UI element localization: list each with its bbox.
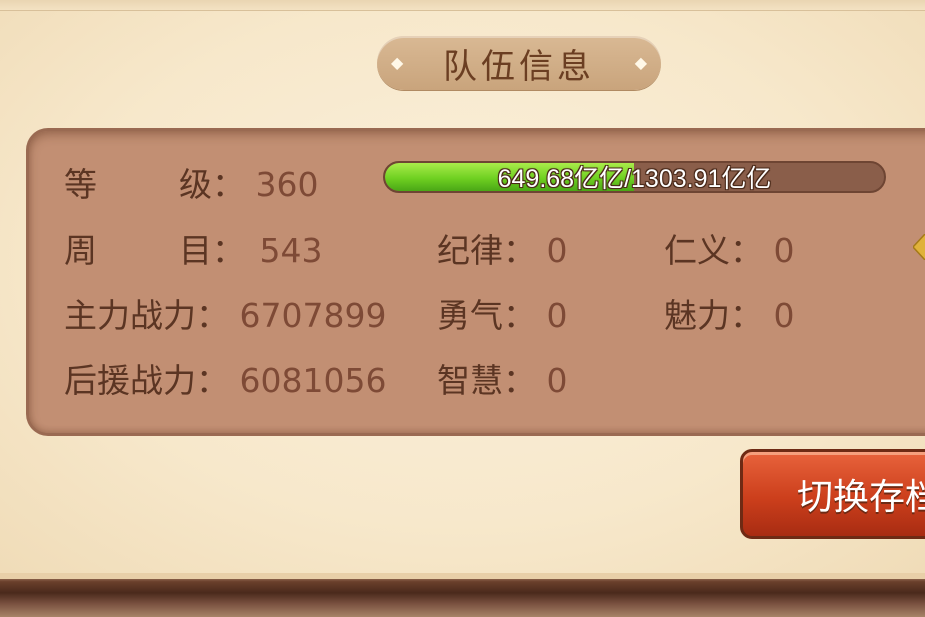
panel-title-plate: ◆ 队伍信息 ◆ bbox=[377, 36, 661, 90]
stat-main-power-value: 6707899 bbox=[239, 296, 387, 335]
stat-benevolence-value: 0 bbox=[773, 231, 795, 270]
stat-level-colon: ： bbox=[212, 165, 245, 204]
bottom-frame bbox=[0, 573, 925, 617]
experience-text: 649.68亿亿/1303.91亿亿 bbox=[497, 165, 772, 193]
stat-support-power-label: 后援战力： bbox=[64, 361, 229, 400]
stat-charisma-label: 魅力： bbox=[664, 296, 763, 335]
diamond-ornament-icon: ◆ bbox=[634, 53, 647, 72]
stat-benevolence-label: 仁义： bbox=[664, 231, 763, 270]
stat-wisdom-label: 智慧： bbox=[437, 361, 536, 400]
diamond-ornament-icon: ◆ bbox=[391, 53, 404, 72]
stat-discipline: 纪律： 0 bbox=[437, 224, 568, 272]
stat-discipline-value: 0 bbox=[546, 231, 568, 270]
stat-courage-value: 0 bbox=[546, 296, 568, 335]
stat-cycle-value: 543 bbox=[259, 231, 323, 270]
stat-wisdom: 智慧： 0 bbox=[437, 354, 568, 402]
stat-courage-label: 勇气： bbox=[437, 296, 536, 335]
stat-benevolence: 仁义： 0 bbox=[664, 224, 795, 272]
stat-main-power-label: 主力战力： bbox=[64, 296, 229, 335]
bottom-frame-rim bbox=[0, 573, 925, 579]
stat-support-power: 后援战力： 6081056 bbox=[64, 354, 386, 402]
stat-level-label-char2: 级 bbox=[179, 165, 212, 204]
stat-level-value: 360 bbox=[255, 165, 319, 204]
stat-cycle-colon: ： bbox=[212, 231, 245, 270]
gold-arrow-icon[interactable] bbox=[913, 234, 925, 260]
stat-discipline-label: 纪律： bbox=[437, 231, 536, 270]
stat-main-power: 主力战力： 6707899 bbox=[64, 289, 386, 337]
stat-cycle: 周 目： 543 bbox=[64, 224, 323, 272]
stat-charisma: 魅力： 0 bbox=[664, 289, 795, 337]
panel-title: 队伍信息 bbox=[443, 46, 595, 87]
top-frame-edge bbox=[0, 0, 925, 11]
stat-cycle-label-char1: 周 bbox=[64, 231, 97, 270]
stat-level-label-char1: 等 bbox=[64, 165, 97, 204]
switch-save-button[interactable]: 切换存档 bbox=[740, 449, 925, 539]
stat-wisdom-value: 0 bbox=[546, 361, 568, 400]
stat-charisma-value: 0 bbox=[773, 296, 795, 335]
experience-bar: 649.68亿亿/1303.91亿亿 bbox=[383, 161, 886, 193]
stat-level: 等 级： 360 bbox=[64, 158, 319, 206]
stat-support-power-value: 6081056 bbox=[239, 361, 387, 400]
stat-cycle-label-char2: 目 bbox=[179, 231, 212, 270]
stat-courage: 勇气： 0 bbox=[437, 289, 568, 337]
